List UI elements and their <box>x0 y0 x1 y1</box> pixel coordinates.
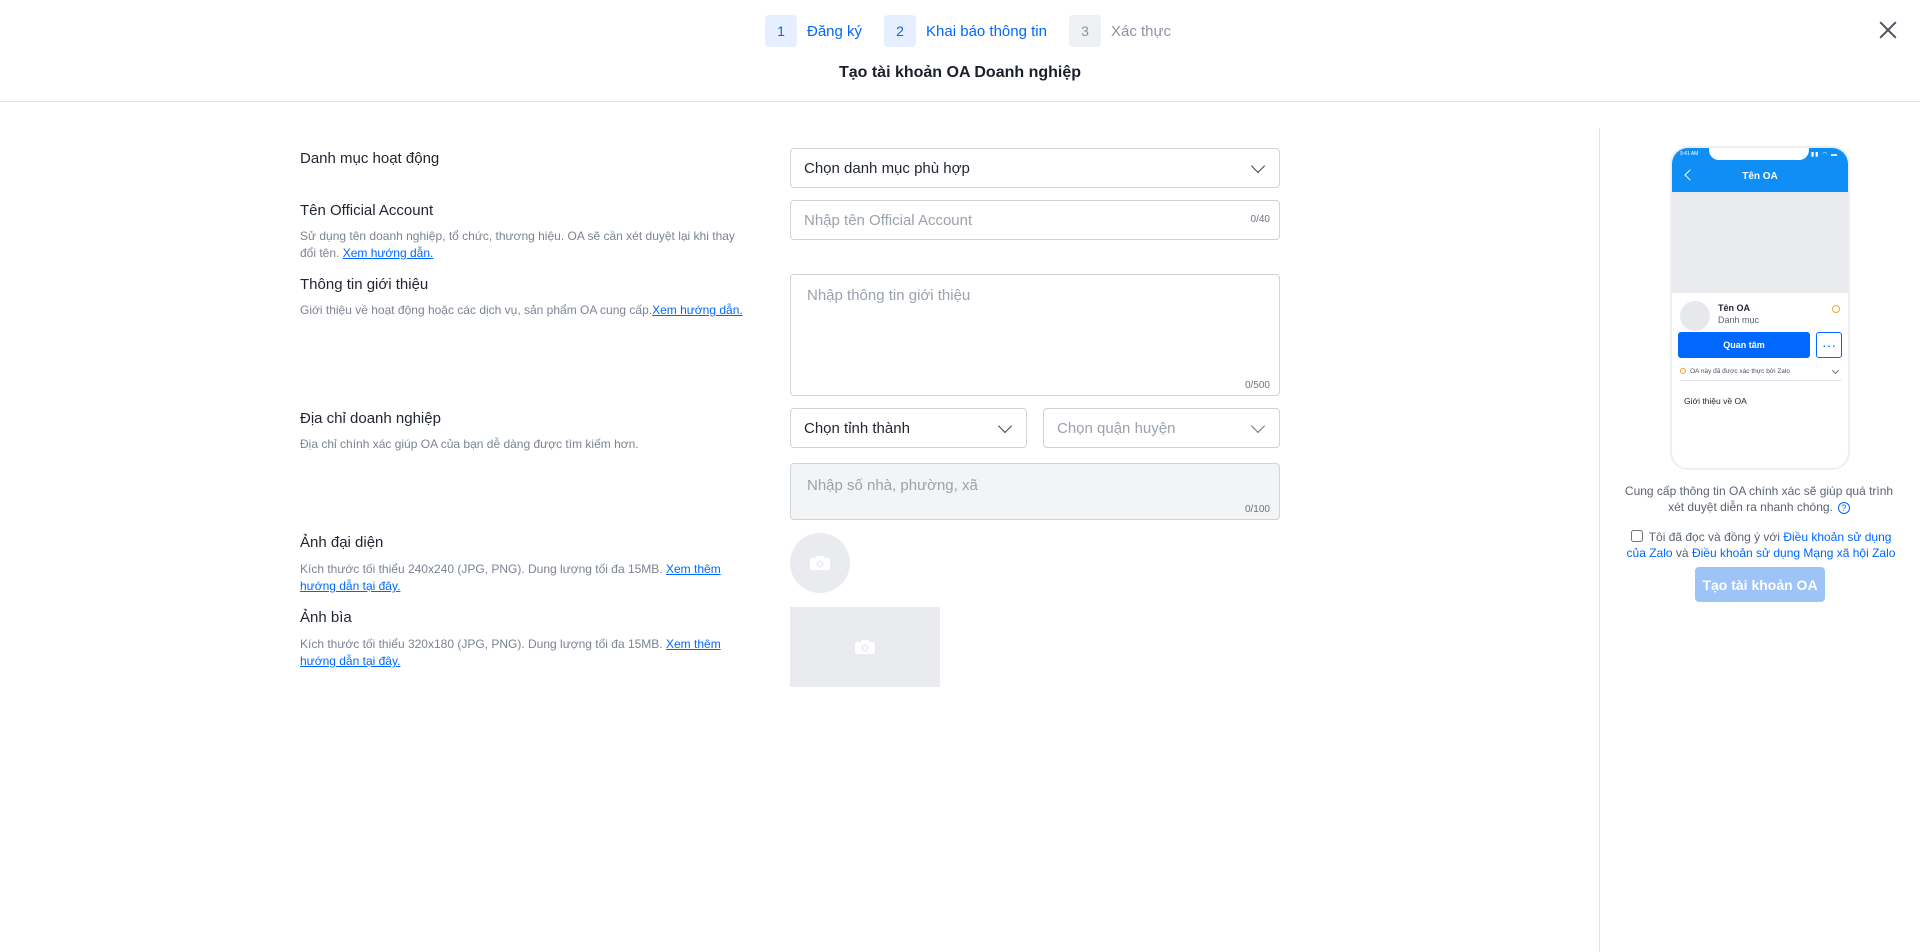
category-select[interactable]: Chọn danh mục phù hợp <box>790 148 1280 188</box>
status-time: 9:41 AM <box>1680 151 1699 157</box>
phone-notch <box>1709 148 1809 160</box>
intro-textarea[interactable]: Nhập thông tin giới thiệu 0/500 <box>790 274 1280 396</box>
province-select-value: Chọn tỉnh thành <box>804 419 910 437</box>
avatar-upload[interactable] <box>790 533 850 593</box>
step-number: 3 <box>1068 15 1101 47</box>
oa-name-input[interactable]: Nhập tên Official Account 0/40 <box>790 200 1280 240</box>
terms-checkbox[interactable] <box>1630 530 1643 542</box>
province-select[interactable]: Chọn tỉnh thành <box>790 408 1027 448</box>
cover-label: Ảnh bìa <box>300 609 352 626</box>
oa-preview-phone: 9:41 AM ▮▮ ◠ ▬ Tên OA Tên OA Danh mục Qu… <box>1670 146 1850 470</box>
chevron-down-icon <box>997 418 1013 434</box>
preview-more-icon: ··· <box>1816 332 1842 358</box>
terms-prefix: Tôi đã đọc và đồng ý với <box>1648 530 1780 544</box>
terms-and: và <box>1675 546 1689 560</box>
status-icons: ▮▮ ◠ ▬ <box>1810 152 1838 158</box>
street-placeholder: Nhập số nhà, phường, xã <box>807 477 978 494</box>
intro-label: Thông tin giới thiệu <box>300 276 429 293</box>
cover-description-text: Kích thước tối thiểu 320x180 (JPG, PNG).… <box>300 637 663 651</box>
district-select-value: Chọn quận huyện <box>1057 419 1176 437</box>
preview-title: Tên OA <box>1742 171 1778 182</box>
terms-agreement: Tôi đã đọc và đồng ý với Điều khoản sử d… <box>1620 529 1902 561</box>
street-counter: 0/100 <box>1244 504 1270 515</box>
preview-oa-info: Tên OA Danh mục <box>1672 293 1848 333</box>
verified-badge-icon <box>1832 305 1840 313</box>
step-label: Xác thực <box>1110 22 1172 40</box>
address-label: Địa chỉ doanh nghiệp <box>300 410 441 427</box>
close-icon[interactable] <box>1876 18 1900 42</box>
oa-name-placeholder: Nhập tên Official Account <box>804 211 973 229</box>
page-title: Tạo tài khoản OA Doanh nghiệp <box>838 64 1082 81</box>
preview-oa-name: Tên OA <box>1718 303 1751 313</box>
street-input[interactable]: Nhập số nhà, phường, xã 0/100 <box>790 463 1280 520</box>
preview-header: 9:41 AM ▮▮ ◠ ▬ Tên OA <box>1672 148 1848 192</box>
step-label: Đăng ký <box>807 22 863 40</box>
intro-description: Giới thiệu về hoạt động hoặc các dịch vụ… <box>300 302 760 319</box>
intro-description-text: Giới thiệu về hoạt động hoặc các dịch vụ… <box>300 303 653 317</box>
intro-guide-link[interactable]: Xem hướng dẫn. <box>652 303 743 317</box>
camera-icon <box>855 640 875 654</box>
oa-name-label: Tên Official Account <box>300 202 434 219</box>
category-label: Danh mục hoạt động <box>300 150 440 167</box>
category-select-value: Chọn danh mục phù hợp <box>804 159 970 177</box>
step-number: 1 <box>765 15 797 47</box>
preview-intro: Giới thiệu về OA <box>1684 396 1747 406</box>
preview-avatar <box>1680 301 1710 331</box>
create-oa-button[interactable]: Tạo tài khoản OA <box>1695 567 1825 602</box>
chevron-down-icon <box>1250 418 1266 434</box>
step-declare-info[interactable]: 2 Khai báo thông tin <box>884 15 1047 47</box>
camera-icon <box>810 556 830 570</box>
panel-divider <box>1599 128 1600 952</box>
cover-upload[interactable] <box>790 607 940 687</box>
intro-counter: 0/500 <box>1244 380 1270 391</box>
avatar-description: Kích thước tối thiểu 240x240 (JPG, PNG).… <box>300 561 740 595</box>
district-select[interactable]: Chọn quận huyện <box>1043 408 1280 448</box>
avatar-label: Ảnh đại diện <box>300 534 384 551</box>
step-number: 2 <box>884 15 917 47</box>
preview-verified-row: OA này đã được xác thực bởi Zalo <box>1680 366 1842 381</box>
step-verify: 3 Xác thực <box>1068 15 1172 47</box>
oa-name-guide-link[interactable]: Xem hướng dẫn. <box>343 246 434 260</box>
review-hint: Cung cấp thông tin OA chính xác sẽ giúp … <box>1620 483 1898 515</box>
stepper: 1 Đăng ký 2 Khai báo thông tin 3 Xác thự… <box>765 15 1193 47</box>
step-register[interactable]: 1 Đăng ký <box>765 15 862 47</box>
page-header: 1 Đăng ký 2 Khai báo thông tin 3 Xác thự… <box>0 0 1920 102</box>
terms-link-social[interactable]: Điều khoản sử dụng Mạng xã hội Zalo <box>1692 546 1896 560</box>
review-hint-text: Cung cấp thông tin OA chính xác sẽ giúp … <box>1624 484 1894 514</box>
chevron-down-icon <box>1250 158 1266 174</box>
address-description: Địa chỉ chính xác giúp OA của bạn dễ dàn… <box>300 437 639 451</box>
preview-oa-category: Danh mục <box>1718 315 1760 325</box>
avatar-description-text: Kích thước tối thiểu 240x240 (JPG, PNG).… <box>300 562 663 576</box>
intro-placeholder: Nhập thông tin giới thiệu <box>807 287 971 304</box>
chevron-down-icon <box>1831 366 1840 375</box>
cover-description: Kích thước tối thiểu 320x180 (JPG, PNG).… <box>300 636 740 670</box>
preview-cover <box>1672 192 1848 293</box>
step-label: Khai báo thông tin <box>926 22 1047 40</box>
preview-verified-text: OA này đã được xác thực bởi Zalo <box>1690 368 1790 375</box>
oa-name-counter: 0/40 <box>1250 214 1270 225</box>
verified-icon <box>1680 368 1686 375</box>
preview-follow-button: Quan tâm <box>1678 332 1810 358</box>
help-icon[interactable]: ? <box>1837 501 1850 514</box>
oa-name-description: Sử dụng tên doanh nghiệp, tổ chức, thươn… <box>300 228 750 262</box>
